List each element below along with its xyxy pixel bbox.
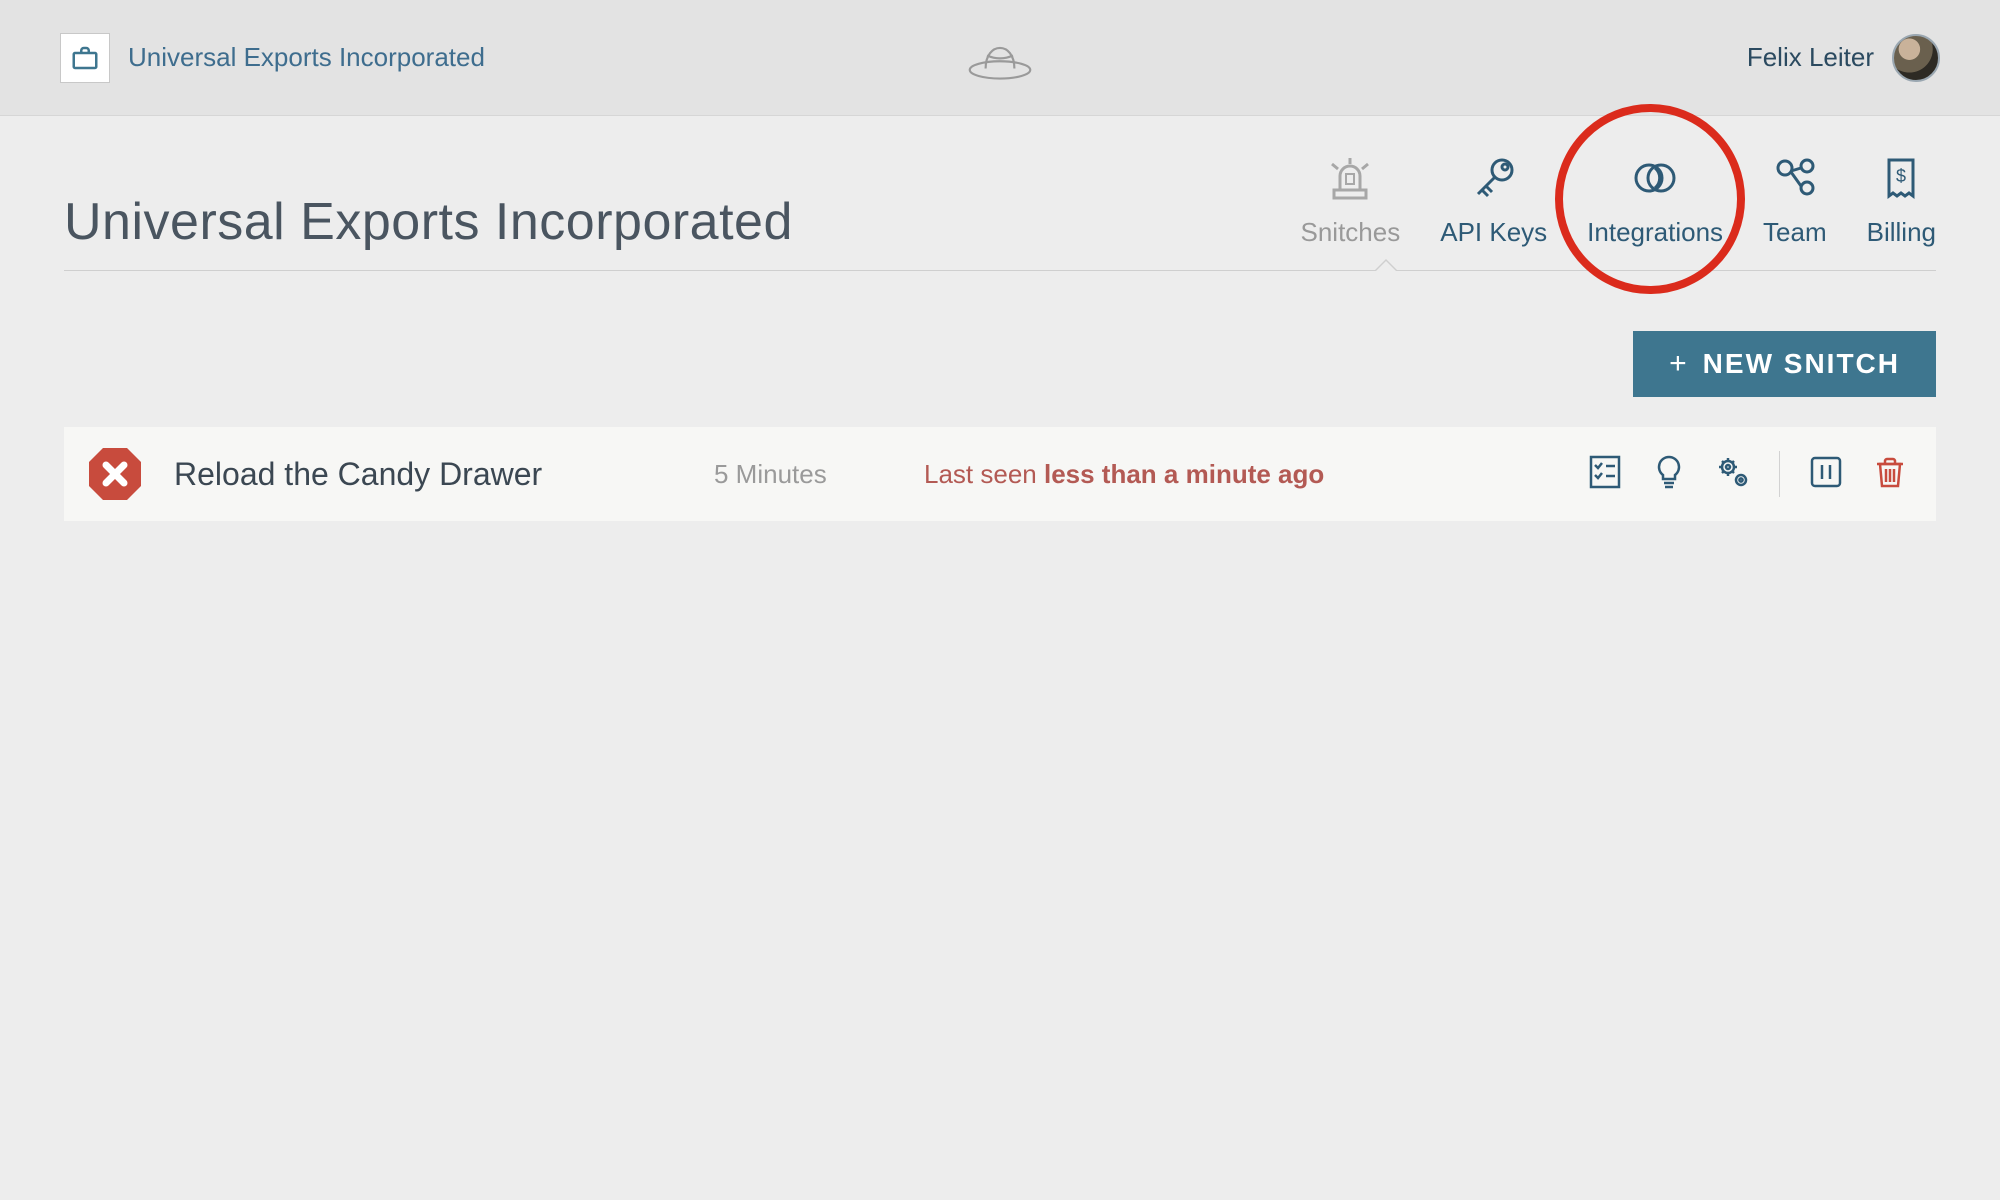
snitch-interval: 5 Minutes xyxy=(714,459,894,490)
team-icon xyxy=(1771,156,1819,207)
new-snitch-button[interactable]: + NEW SNITCH xyxy=(1633,331,1936,397)
tab-label: Billing xyxy=(1867,217,1936,248)
tab-snitches[interactable]: Snitches xyxy=(1301,156,1401,252)
snitch-row[interactable]: Reload the Candy Drawer 5 Minutes Last s… xyxy=(64,427,1936,521)
svg-text:$: $ xyxy=(1896,166,1906,186)
lightbulb-icon[interactable] xyxy=(1651,454,1687,495)
plus-icon: + xyxy=(1669,347,1689,381)
trash-icon[interactable] xyxy=(1872,454,1908,495)
tabs: Snitches API Keys Integrations Team xyxy=(1301,156,1937,252)
siren-icon xyxy=(1326,156,1374,207)
key-icon xyxy=(1470,156,1518,207)
hat-logo-icon[interactable] xyxy=(964,25,1036,90)
tab-label: Team xyxy=(1763,217,1827,248)
venn-icon xyxy=(1631,156,1679,207)
new-snitch-label: NEW SNITCH xyxy=(1703,348,1900,380)
page-title: Universal Exports Incorporated xyxy=(64,192,793,252)
org-name-link[interactable]: Universal Exports Incorporated xyxy=(128,42,485,73)
briefcase-icon xyxy=(60,33,110,83)
status-error-icon xyxy=(86,445,144,503)
snitch-list: Reload the Candy Drawer 5 Minutes Last s… xyxy=(64,427,1936,521)
active-tab-caret-icon xyxy=(1374,259,1398,271)
avatar[interactable] xyxy=(1892,34,1940,82)
pause-icon[interactable] xyxy=(1808,454,1844,495)
tab-team[interactable]: Team xyxy=(1763,156,1827,252)
snitch-name: Reload the Candy Drawer xyxy=(174,456,684,493)
org-badge[interactable]: Universal Exports Incorporated xyxy=(60,33,485,83)
tab-billing[interactable]: $ Billing xyxy=(1867,156,1936,252)
user-name: Felix Leiter xyxy=(1747,42,1874,73)
last-seen-value: less than a minute ago xyxy=(1044,459,1324,489)
receipt-icon: $ xyxy=(1877,156,1925,207)
tab-label: Snitches xyxy=(1301,217,1401,248)
page-header: Universal Exports Incorporated Snitches … xyxy=(64,156,1936,271)
tab-label: API Keys xyxy=(1440,217,1547,248)
button-row: + NEW SNITCH xyxy=(64,331,1936,397)
last-seen-label: Last seen xyxy=(924,459,1037,489)
tab-apikeys[interactable]: API Keys xyxy=(1440,156,1547,252)
row-actions xyxy=(1587,451,1908,497)
snitch-last-seen: Last seen less than a minute ago xyxy=(924,459,1324,490)
checklist-icon[interactable] xyxy=(1587,454,1623,495)
page: Universal Exports Incorporated Snitches … xyxy=(0,116,2000,521)
tab-integrations[interactable]: Integrations xyxy=(1587,156,1723,252)
settings-gears-icon[interactable] xyxy=(1715,454,1751,495)
user-area[interactable]: Felix Leiter xyxy=(1747,34,1940,82)
separator xyxy=(1779,451,1780,497)
topbar: Universal Exports Incorporated Felix Lei… xyxy=(0,0,2000,116)
tab-label: Integrations xyxy=(1587,217,1723,248)
